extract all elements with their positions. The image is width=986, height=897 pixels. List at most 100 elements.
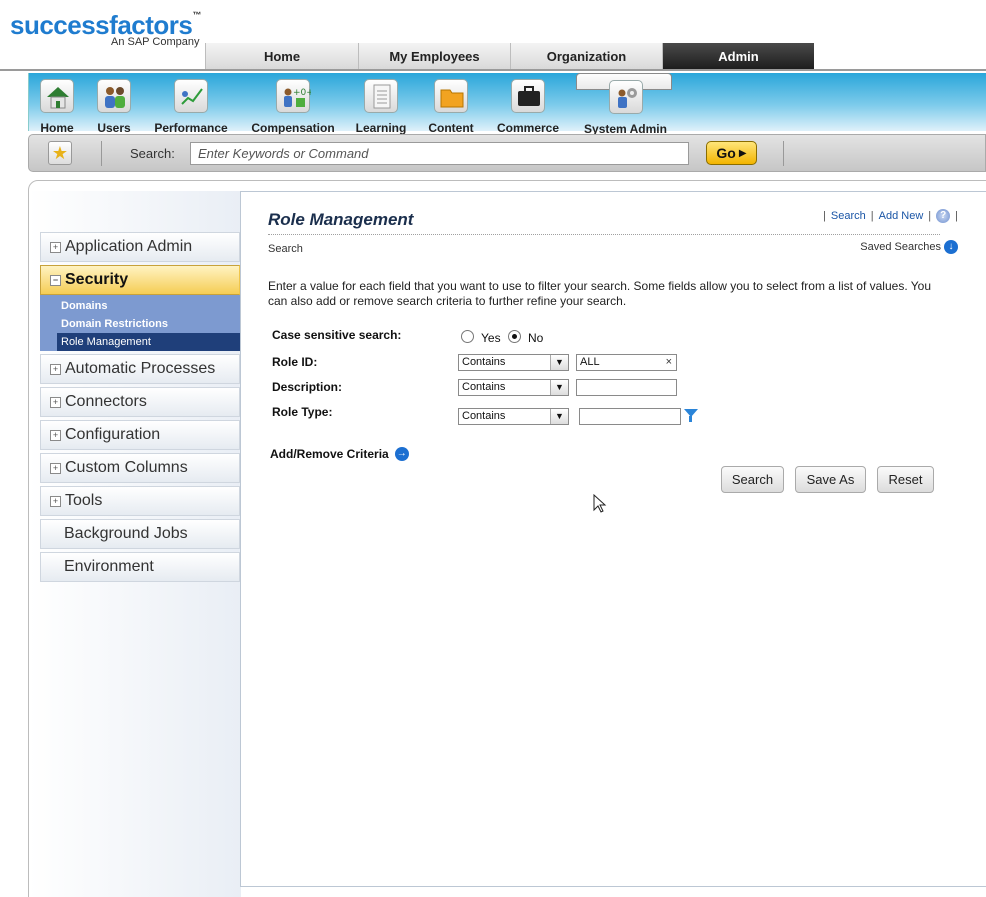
toolbar-divider [101,141,102,166]
link-separator: | [928,210,932,222]
main-frame: + Application Admin − Security Domains D… [28,180,986,897]
role-id-value-field[interactable]: ALL × [576,354,677,371]
role-type-operator-select[interactable]: Contains ▼ [458,408,569,425]
toolbar-divider [783,141,784,166]
case-yes-radio[interactable] [461,330,474,343]
case-no-radio[interactable] [508,330,521,343]
down-arrow-circle-icon: ↓ [944,240,958,254]
module-label: Compensation [251,121,335,135]
expand-plus-icon[interactable]: + [50,396,61,408]
subnav-domain-restrictions[interactable]: Domain Restrictions [40,315,240,333]
case-no-label: No [528,331,544,345]
module-performance[interactable]: Performance [151,73,231,135]
instructions-text: Enter a value for each field that you wa… [268,279,932,308]
module-home[interactable]: Home [35,73,79,135]
module-users[interactable]: Users [93,73,135,135]
description-operator-select[interactable]: Contains ▼ [458,379,569,396]
nav-label: Security [65,271,129,288]
header-divider [0,69,986,71]
expand-plus-icon[interactable]: + [50,241,61,253]
system-admin-gear-icon [608,80,643,114]
nav-security[interactable]: − Security [40,265,253,295]
expand-plus-icon[interactable]: + [50,462,61,474]
nav-tools[interactable]: + Tools [40,486,240,516]
nav-label: Background Jobs [64,525,188,542]
chevron-down-icon: ▼ [550,380,568,395]
role-type-value-field[interactable] [579,408,681,425]
case-yes-label: Yes [481,331,501,345]
search-button[interactable]: Search [721,466,784,493]
nav-custom-columns[interactable]: + Custom Columns [40,453,240,483]
title-divider [268,234,940,235]
help-icon[interactable]: ? [936,209,951,223]
svg-text:+0+: +0+ [293,88,311,98]
search-label: Search: [130,146,175,161]
favorites-star-icon[interactable]: ★ [48,141,72,165]
nav-automatic-processes[interactable]: + Automatic Processes [40,354,240,384]
select-value: Contains [462,356,506,368]
nav-label: Connectors [65,393,147,410]
tab-home[interactable]: Home [205,43,358,70]
role-id-label: Role ID: [272,355,318,369]
tab-organization[interactable]: Organization [510,43,662,70]
global-search-bar: ★ Search: Go ▶ [28,134,986,172]
nav-background-jobs[interactable]: Background Jobs [40,519,240,549]
module-content[interactable]: Content [427,73,475,135]
add-remove-label: Add/Remove Criteria [270,447,389,461]
subnav-role-management[interactable]: Role Management [57,333,240,351]
performance-chart-icon [174,79,208,113]
description-value-field[interactable] [576,379,677,396]
nav-label: Tools [65,492,103,509]
saved-searches-link[interactable]: Saved Searches ↓ [860,240,958,254]
app-window: successfactors™ An SAP Company Home My E… [0,0,986,897]
nav-environment[interactable]: Environment [40,552,240,582]
page-title: Role Management [268,210,414,229]
link-separator: | [955,210,958,222]
briefcase-icon [511,79,545,113]
nav-label: Custom Columns [65,459,188,476]
expand-plus-icon[interactable]: + [50,429,61,441]
nav-connectors[interactable]: + Connectors [40,387,240,417]
tab-my-employees[interactable]: My Employees [358,43,510,70]
add-remove-criteria-link[interactable]: Add/Remove Criteria → [270,447,409,461]
nav-label: Application Admin [65,238,193,255]
reset-button[interactable]: Reset [877,466,934,493]
users-icon [97,79,131,113]
role-id-operator-select[interactable]: Contains ▼ [458,354,569,371]
case-sensitive-label: Case sensitive search: [272,328,402,342]
chevron-down-icon: ▼ [550,409,568,424]
play-arrow-icon: ▶ [738,147,747,159]
keyword-search-input[interactable] [190,142,689,165]
folder-icon [434,79,468,113]
logo-text-success: success [10,10,110,40]
module-learning[interactable]: Learning [353,73,409,135]
role-type-label: Role Type: [272,405,333,419]
go-button[interactable]: Go ▶ [706,141,757,165]
module-system-admin[interactable]: System Admin [576,73,672,136]
add-new-link[interactable]: Add New [879,210,924,222]
subnav-domains[interactable]: Domains [40,297,240,315]
nav-configuration[interactable]: + Configuration [40,420,240,450]
description-label: Description: [272,380,343,394]
expand-plus-icon[interactable]: + [50,495,61,507]
admin-left-nav: + Application Admin − Security Domains D… [40,232,253,585]
select-value: Contains [462,381,506,393]
saved-searches-label: Saved Searches [860,241,941,253]
collapse-minus-icon[interactable]: − [50,274,61,286]
module-label: Learning [355,121,407,135]
module-commerce[interactable]: Commerce [495,73,561,135]
filter-funnel-icon[interactable] [684,409,698,422]
module-compensation[interactable]: +0+ Compensation [249,73,337,135]
right-arrow-circle-icon: → [394,447,409,461]
search-link[interactable]: Search [831,210,866,222]
save-as-button[interactable]: Save As [795,466,866,493]
trademark-symbol: ™ [192,10,201,20]
nav-application-admin[interactable]: + Application Admin [40,232,240,262]
clear-x-icon[interactable]: × [666,355,672,370]
tab-admin[interactable]: Admin [662,43,814,70]
select-value: Contains [462,410,506,422]
go-button-label: Go [716,145,736,161]
role-management-panel: Role Management | Search | Add New | ? |… [240,191,986,887]
expand-plus-icon[interactable]: + [50,363,61,375]
tagline: An SAP Company [111,36,200,48]
